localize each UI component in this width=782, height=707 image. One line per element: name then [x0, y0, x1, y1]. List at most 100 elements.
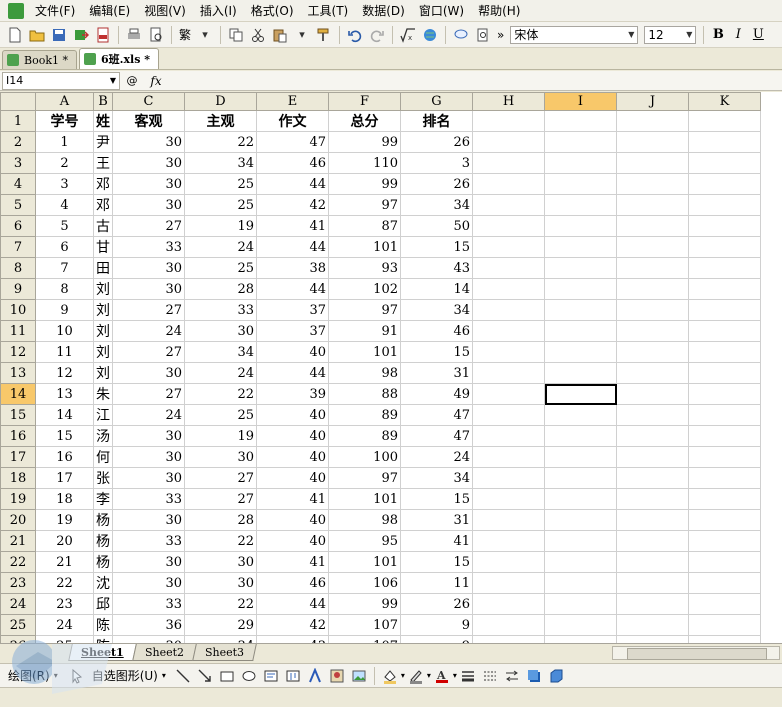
cell[interactable]: [616, 446, 689, 468]
cell[interactable]: 22: [184, 383, 257, 405]
cell[interactable]: [472, 194, 545, 216]
row-header[interactable]: 26: [0, 635, 36, 643]
cell[interactable]: [616, 215, 689, 237]
cell[interactable]: 15: [35, 425, 94, 447]
fill-color-icon[interactable]: [380, 666, 400, 686]
print-preview-icon[interactable]: [146, 25, 166, 45]
cell[interactable]: [616, 341, 689, 363]
cell[interactable]: [544, 341, 617, 363]
cell[interactable]: 22: [184, 593, 257, 615]
cell[interactable]: 6: [35, 236, 94, 258]
cell[interactable]: [616, 131, 689, 153]
cell[interactable]: 47: [256, 131, 329, 153]
cell[interactable]: 10: [35, 320, 94, 342]
draw-menu-button[interactable]: 绘图(R): [8, 667, 50, 684]
cell[interactable]: 30: [112, 362, 185, 384]
cell[interactable]: 2: [35, 152, 94, 174]
select-pointer-icon[interactable]: [67, 666, 87, 686]
italic-button[interactable]: I: [728, 25, 748, 45]
menu-item[interactable]: 文件(F): [28, 1, 82, 21]
cell[interactable]: 26: [400, 593, 473, 615]
cell[interactable]: [544, 551, 617, 573]
cell[interactable]: [544, 488, 617, 510]
cell[interactable]: 40: [256, 530, 329, 552]
cell[interactable]: 88: [328, 383, 401, 405]
cell[interactable]: 33: [184, 299, 257, 321]
cell[interactable]: [472, 152, 545, 174]
paste-icon[interactable]: [270, 25, 290, 45]
cell[interactable]: 30: [112, 257, 185, 279]
cell[interactable]: 34: [184, 341, 257, 363]
cell[interactable]: 17: [35, 467, 94, 489]
row-header[interactable]: 9: [0, 278, 36, 300]
cell[interactable]: 43: [256, 635, 329, 643]
cell-grid[interactable]: A B C D E F G H I J K 1 学号姓客观 主观 作文 总分 排名 2 1 尹 30 22 47 99 26 3 2…: [0, 92, 761, 643]
cell[interactable]: 刘: [93, 341, 113, 363]
cell[interactable]: [472, 488, 545, 510]
cell[interactable]: 46: [256, 152, 329, 174]
cell[interactable]: 27: [184, 467, 257, 489]
cell[interactable]: [616, 362, 689, 384]
cell[interactable]: 101: [328, 551, 401, 573]
cell[interactable]: [472, 593, 545, 615]
cell[interactable]: [688, 530, 761, 552]
cell[interactable]: 40: [256, 404, 329, 426]
cell[interactable]: [688, 551, 761, 573]
cell[interactable]: [472, 173, 545, 195]
cell[interactable]: [472, 299, 545, 321]
cell[interactable]: [616, 383, 689, 405]
cell[interactable]: 沈: [93, 572, 113, 594]
document-tab[interactable]: Book1 *: [2, 50, 77, 69]
bold-button[interactable]: B: [708, 25, 728, 45]
cell[interactable]: 33: [112, 236, 185, 258]
cell[interactable]: 3: [400, 152, 473, 174]
cell[interactable]: 37: [256, 299, 329, 321]
cell[interactable]: 30: [112, 467, 185, 489]
column-header[interactable]: G: [400, 92, 473, 111]
cell[interactable]: 邓: [93, 173, 113, 195]
cell[interactable]: 15: [400, 341, 473, 363]
cell[interactable]: 100: [328, 446, 401, 468]
cell[interactable]: [688, 509, 761, 531]
cell[interactable]: [472, 320, 545, 342]
cell[interactable]: [616, 194, 689, 216]
cell[interactable]: 30: [184, 551, 257, 573]
cell[interactable]: [472, 131, 545, 153]
cell[interactable]: 46: [256, 572, 329, 594]
cell[interactable]: 98: [328, 509, 401, 531]
cell[interactable]: 106: [328, 572, 401, 594]
cell[interactable]: 何: [93, 446, 113, 468]
cell[interactable]: [544, 236, 617, 258]
cell[interactable]: [472, 110, 545, 132]
cell[interactable]: 12: [35, 362, 94, 384]
cell[interactable]: [688, 383, 761, 405]
cell[interactable]: [472, 383, 545, 405]
cell[interactable]: 作文: [256, 110, 329, 132]
row-header[interactable]: 21: [0, 530, 36, 552]
cell[interactable]: 93: [328, 257, 401, 279]
dropdown-arrow-icon[interactable]: ▾: [292, 25, 312, 45]
3d-style-icon[interactable]: [546, 666, 566, 686]
cell[interactable]: [544, 173, 617, 195]
cell[interactable]: [616, 320, 689, 342]
cell[interactable]: [544, 320, 617, 342]
cell[interactable]: 89: [328, 404, 401, 426]
cell[interactable]: [688, 215, 761, 237]
cell[interactable]: 89: [328, 425, 401, 447]
cell[interactable]: 41: [256, 488, 329, 510]
cell[interactable]: 34: [400, 467, 473, 489]
cell[interactable]: 刘: [93, 320, 113, 342]
cell[interactable]: 40: [256, 509, 329, 531]
cell[interactable]: 97: [328, 194, 401, 216]
cell[interactable]: [688, 320, 761, 342]
cell[interactable]: 99: [328, 131, 401, 153]
cell[interactable]: 99: [328, 593, 401, 615]
cell[interactable]: 30: [112, 572, 185, 594]
chevron-down-icon[interactable]: ▾: [453, 671, 457, 680]
cell[interactable]: 9: [400, 635, 473, 643]
cell[interactable]: 陈: [93, 614, 113, 636]
row-header[interactable]: 11: [0, 320, 36, 342]
cell[interactable]: [472, 509, 545, 531]
line-color-icon[interactable]: [406, 666, 426, 686]
cell[interactable]: [544, 152, 617, 174]
